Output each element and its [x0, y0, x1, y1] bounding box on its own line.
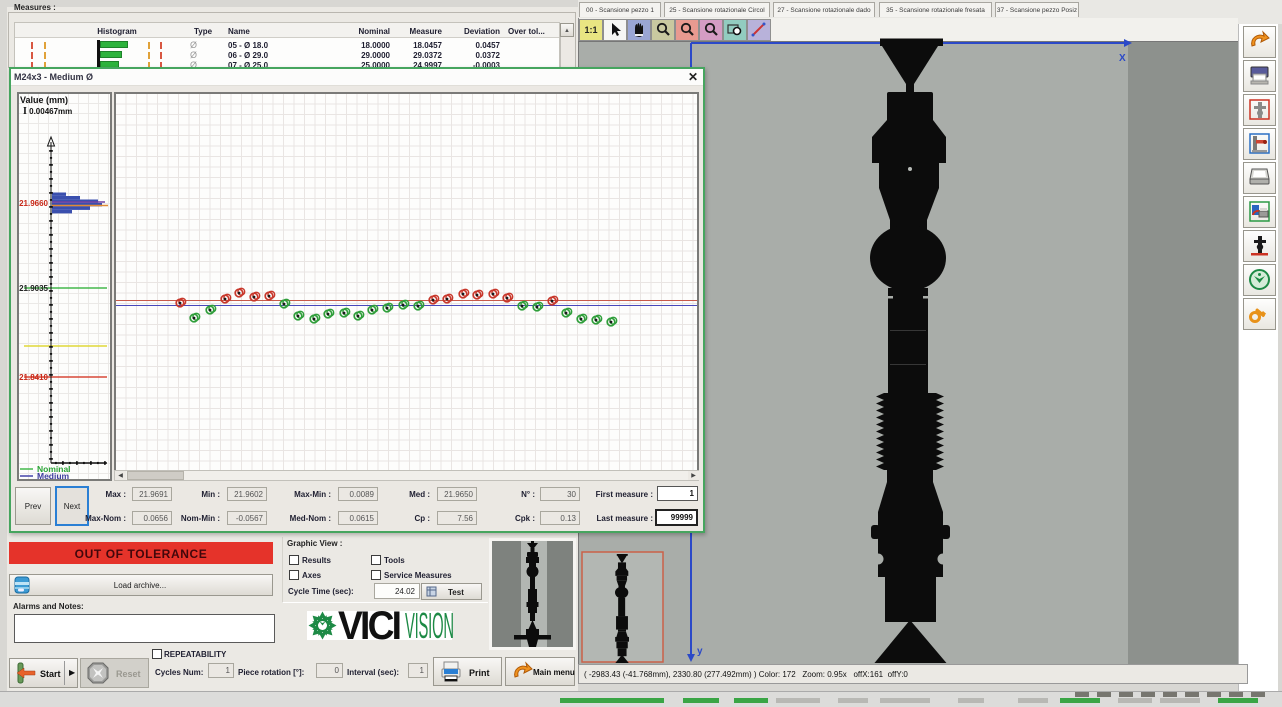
svg-text:y: y — [697, 646, 703, 657]
svg-text:21.8410: 21.8410 — [19, 373, 48, 382]
svg-text:21.9660: 21.9660 — [19, 199, 48, 208]
svg-text:Medium: Medium — [37, 471, 70, 479]
svg-text:X: X — [1119, 53, 1126, 64]
svg-text:21.9035: 21.9035 — [19, 284, 48, 293]
